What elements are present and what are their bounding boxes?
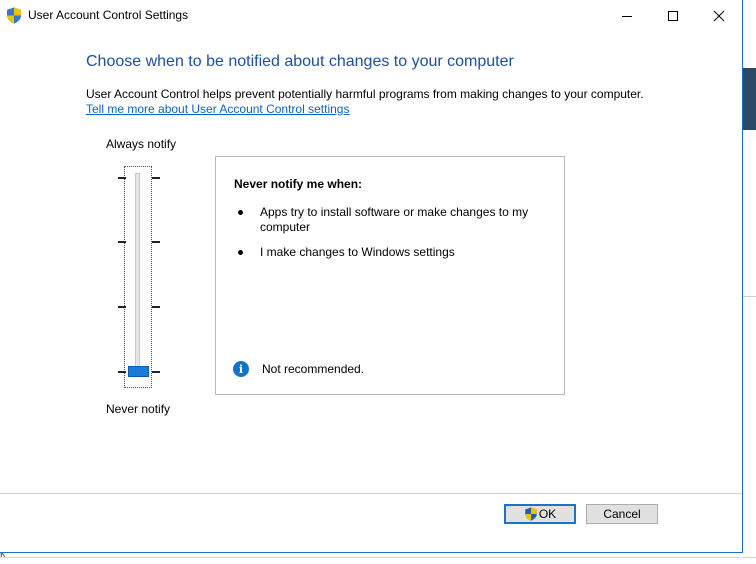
uac-settings-window: User Account Control Settings Choose whe… — [0, 0, 743, 553]
description-text: User Account Control helps prevent poten… — [86, 87, 644, 101]
slider-tick — [152, 371, 160, 373]
shield-icon — [525, 507, 537, 521]
slider-tick — [118, 241, 126, 243]
ok-button-label: OK — [538, 507, 557, 521]
maximize-button[interactable] — [650, 0, 696, 31]
slider-bottom-label: Never notify — [106, 402, 171, 416]
maximize-icon — [668, 10, 678, 21]
list-item: I make changes to Windows settings — [260, 245, 455, 259]
page-heading: Choose when to be notified about changes… — [86, 53, 514, 70]
slider-top-label: Always notify — [106, 137, 177, 151]
background-divider — [743, 296, 756, 297]
title-bar[interactable]: User Account Control Settings — [0, 0, 742, 31]
bullet-dot — [238, 210, 243, 215]
learn-more-link[interactable]: Tell me more about User Account Control … — [86, 102, 349, 116]
level-description-panel — [215, 156, 565, 395]
slider-tick — [118, 177, 126, 179]
cancel-button[interactable]: Cancel — [586, 504, 658, 524]
shield-icon — [7, 7, 21, 24]
bullet-dot — [238, 250, 243, 255]
slider-tick — [152, 306, 160, 308]
slider-tick — [152, 177, 160, 179]
slider-tick — [152, 241, 160, 243]
slider-tick — [118, 371, 126, 373]
ok-button[interactable]: OK — [504, 504, 576, 524]
list-item: Apps try to install software or make cha… — [260, 205, 529, 234]
slider-track[interactable] — [135, 173, 140, 375]
slider-thumb[interactable] — [128, 366, 149, 377]
background-bottom-line — [0, 557, 756, 558]
background-panel — [743, 68, 756, 130]
footer-divider — [0, 493, 742, 494]
panel-title: Never notify me when: — [234, 177, 363, 191]
window-title: User Account Control Settings — [28, 8, 189, 22]
close-button[interactable] — [696, 0, 742, 31]
info-icon: i — [233, 361, 249, 377]
minimize-icon — [622, 15, 632, 17]
cancel-button-label: Cancel — [603, 507, 641, 521]
background-bottom — [0, 554, 756, 564]
close-icon — [713, 10, 725, 21]
recommendation-note: Not recommended. — [262, 362, 365, 376]
slider-tick — [118, 306, 126, 308]
minimize-button[interactable] — [604, 0, 650, 31]
